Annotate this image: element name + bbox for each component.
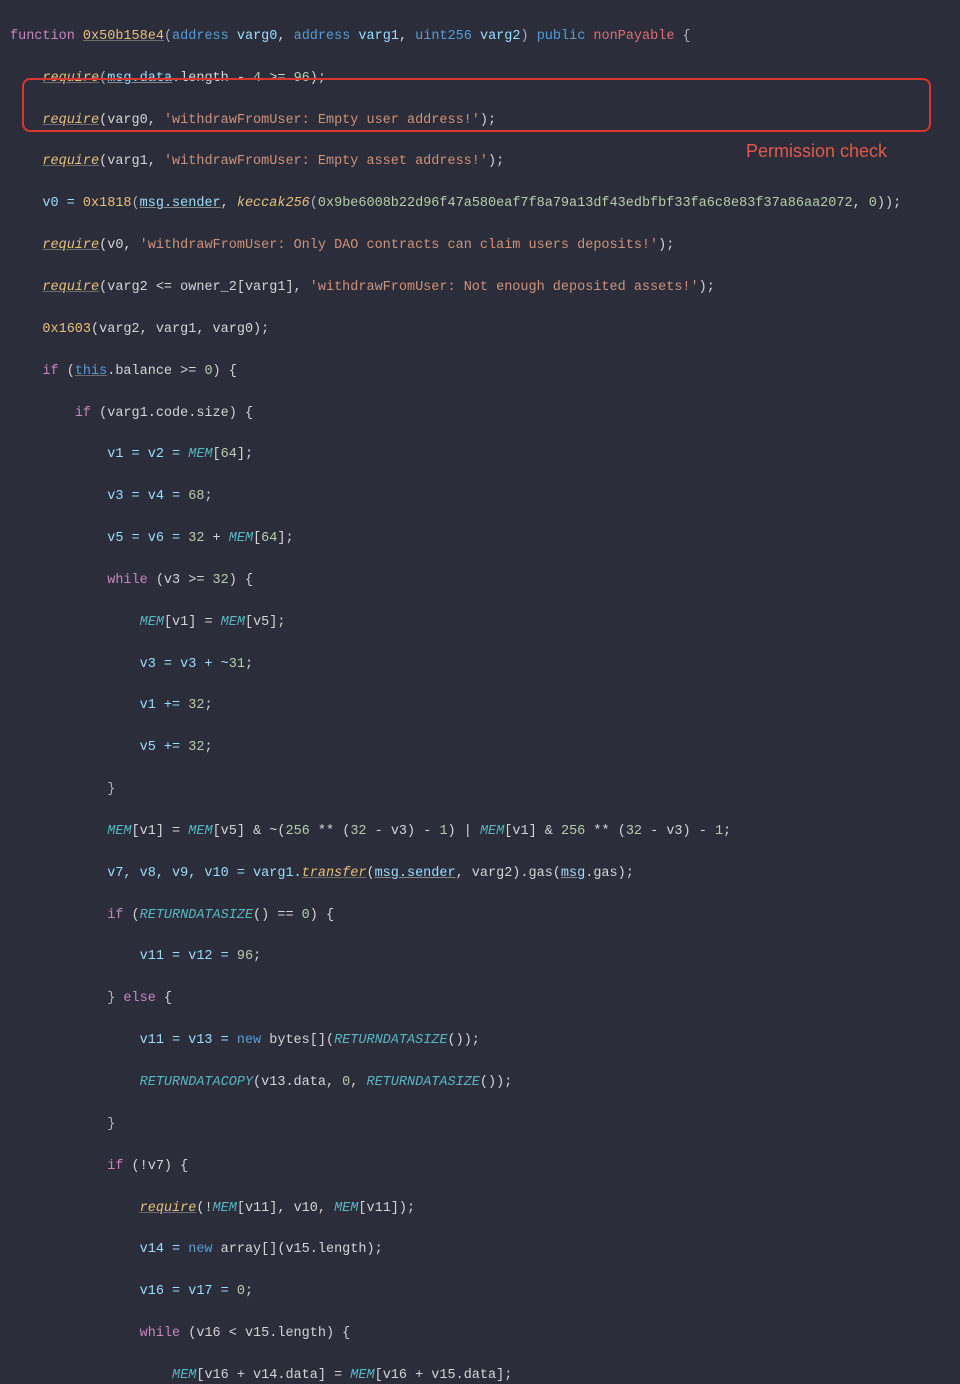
code-line: v3 = v3 + ~31;: [10, 655, 960, 676]
code-line: while (v16 < v15.length) {: [10, 1324, 960, 1345]
code-line: require(varg0, 'withdrawFromUser: Empty …: [10, 111, 960, 132]
code-editor[interactable]: function 0x50b158e4(address varg0, addre…: [0, 0, 960, 1384]
code-line: require(varg2 <= owner_2[varg1], 'withdr…: [10, 278, 960, 299]
code-line: MEM[v1] = MEM[v5] & ~(256 ** (32 - v3) -…: [10, 822, 960, 843]
code-line: v1 += 32;: [10, 696, 960, 717]
code-line: 0x1603(varg2, varg1, varg0);: [10, 320, 960, 341]
code-line: v11 = v12 = 96;: [10, 947, 960, 968]
code-line: v16 = v17 = 0;: [10, 1282, 960, 1303]
code-line: }: [10, 780, 960, 801]
code-line: MEM[v1] = MEM[v5];: [10, 613, 960, 634]
code-line: require(!MEM[v11], v10, MEM[v11]);: [10, 1199, 960, 1220]
code-line: if (varg1.code.size) {: [10, 404, 960, 425]
code-line: function 0x50b158e4(address varg0, addre…: [10, 27, 960, 48]
code-line: v7, v8, v9, v10 = varg1.transfer(msg.sen…: [10, 864, 960, 885]
code-line: if (!v7) {: [10, 1157, 960, 1178]
code-line: while (v3 >= 32) {: [10, 571, 960, 592]
code-line: v0 = 0x1818(msg.sender, keccak256(0x9be6…: [10, 194, 960, 215]
annotation-label: Permission check: [746, 138, 887, 166]
code-line: if (this.balance >= 0) {: [10, 362, 960, 383]
code-line: v5 += 32;: [10, 738, 960, 759]
code-line: v5 = v6 = 32 + MEM[64];: [10, 529, 960, 550]
code-line: if (RETURNDATASIZE() == 0) {: [10, 906, 960, 927]
code-line: v11 = v13 = new bytes[](RETURNDATASIZE()…: [10, 1031, 960, 1052]
code-line: require(msg.data.length - 4 >= 96);: [10, 69, 960, 90]
code-line: }: [10, 1115, 960, 1136]
code-line: v1 = v2 = MEM[64];: [10, 445, 960, 466]
code-line: v14 = new array[](v15.length);: [10, 1240, 960, 1261]
code-line: RETURNDATACOPY(v13.data, 0, RETURNDATASI…: [10, 1073, 960, 1094]
code-line: require(v0, 'withdrawFromUser: Only DAO …: [10, 236, 960, 257]
code-line: } else {: [10, 989, 960, 1010]
code-line: MEM[v16 + v14.data] = MEM[v16 + v15.data…: [10, 1366, 960, 1384]
code-line: v3 = v4 = 68;: [10, 487, 960, 508]
